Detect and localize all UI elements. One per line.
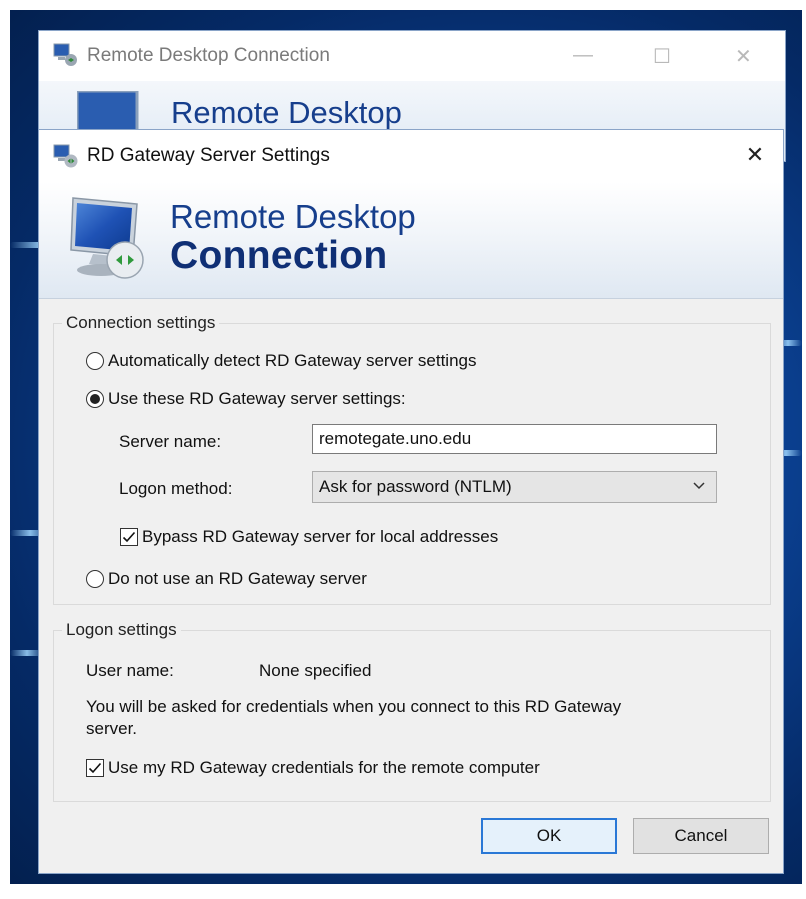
banner-title-line1: Remote Desktop <box>170 198 416 235</box>
user-name-label: User name: <box>86 661 174 680</box>
radio-do-not-use-label: Do not use an RD Gateway server <box>108 569 367 588</box>
background-banner-title: Remote Desktop <box>171 95 402 130</box>
radio-use-these-settings-label: Use these RD Gateway server settings: <box>108 389 406 408</box>
bypass-local-checkbox[interactable] <box>120 528 138 546</box>
chevron-down-icon <box>693 482 705 490</box>
remote-desktop-app-icon <box>53 144 78 168</box>
checkmark-icon <box>122 531 136 543</box>
radio-do-not-use[interactable]: Do not use an RD Gateway server <box>86 569 367 589</box>
server-name-input[interactable] <box>312 424 717 454</box>
use-credentials-checkbox[interactable] <box>86 759 104 777</box>
logon-method-selected-value: Ask for password (NTLM) <box>319 477 512 496</box>
credentials-info-line1: You will be asked for credentials when y… <box>86 697 622 716</box>
radio-button-selected[interactable] <box>86 390 104 408</box>
logon-settings-legend: Logon settings <box>66 620 177 639</box>
user-name-value: None specified <box>259 661 372 680</box>
remote-desktop-monitor-icon <box>70 197 144 279</box>
server-name-label: Server name: <box>119 432 222 451</box>
radio-use-these-settings[interactable]: Use these RD Gateway server settings: <box>86 389 406 409</box>
minimize-button[interactable]: — <box>573 44 593 67</box>
logon-method-label: Logon method: <box>119 479 233 498</box>
dialog-close-button[interactable]: ✕ <box>737 138 773 172</box>
bypass-local-label: Bypass RD Gateway server for local addre… <box>142 527 499 546</box>
banner-title-line2: Connection <box>170 234 388 277</box>
connection-settings-legend: Connection settings <box>66 313 216 332</box>
maximize-button[interactable]: ☐ <box>653 44 671 69</box>
logon-method-dropdown[interactable]: Ask for password (NTLM) <box>312 471 717 503</box>
bypass-local-checkbox-row[interactable]: Bypass RD Gateway server for local addre… <box>120 527 498 547</box>
radio-button[interactable] <box>86 352 104 370</box>
radio-button[interactable] <box>86 570 104 588</box>
credentials-info-line2: server. <box>86 719 138 738</box>
close-button[interactable]: ✕ <box>735 44 752 69</box>
ok-button[interactable]: OK <box>481 818 617 854</box>
rd-gateway-dialog[interactable]: RD Gateway Server Settings ✕ Remote Desk… <box>38 129 784 874</box>
use-credentials-checkbox-row[interactable]: Use my RD Gateway credentials for the re… <box>86 758 540 778</box>
background-titlebar[interactable]: Remote Desktop Connection — ☐ ✕ <box>39 31 785 81</box>
background-window-title: Remote Desktop Connection <box>87 45 330 66</box>
dialog-titlebar[interactable]: RD Gateway Server Settings ✕ <box>39 130 783 182</box>
checkmark-icon <box>88 762 102 774</box>
use-credentials-label: Use my RD Gateway credentials for the re… <box>108 758 540 777</box>
dialog-title: RD Gateway Server Settings <box>87 145 330 166</box>
radio-auto-detect-label: Automatically detect RD Gateway server s… <box>108 351 477 370</box>
remote-desktop-app-icon <box>53 43 77 66</box>
cancel-button[interactable]: Cancel <box>633 818 769 854</box>
dialog-banner: Remote Desktop Connection <box>39 182 783 299</box>
close-icon: ✕ <box>745 142 765 167</box>
radio-auto-detect[interactable]: Automatically detect RD Gateway server s… <box>86 351 476 371</box>
